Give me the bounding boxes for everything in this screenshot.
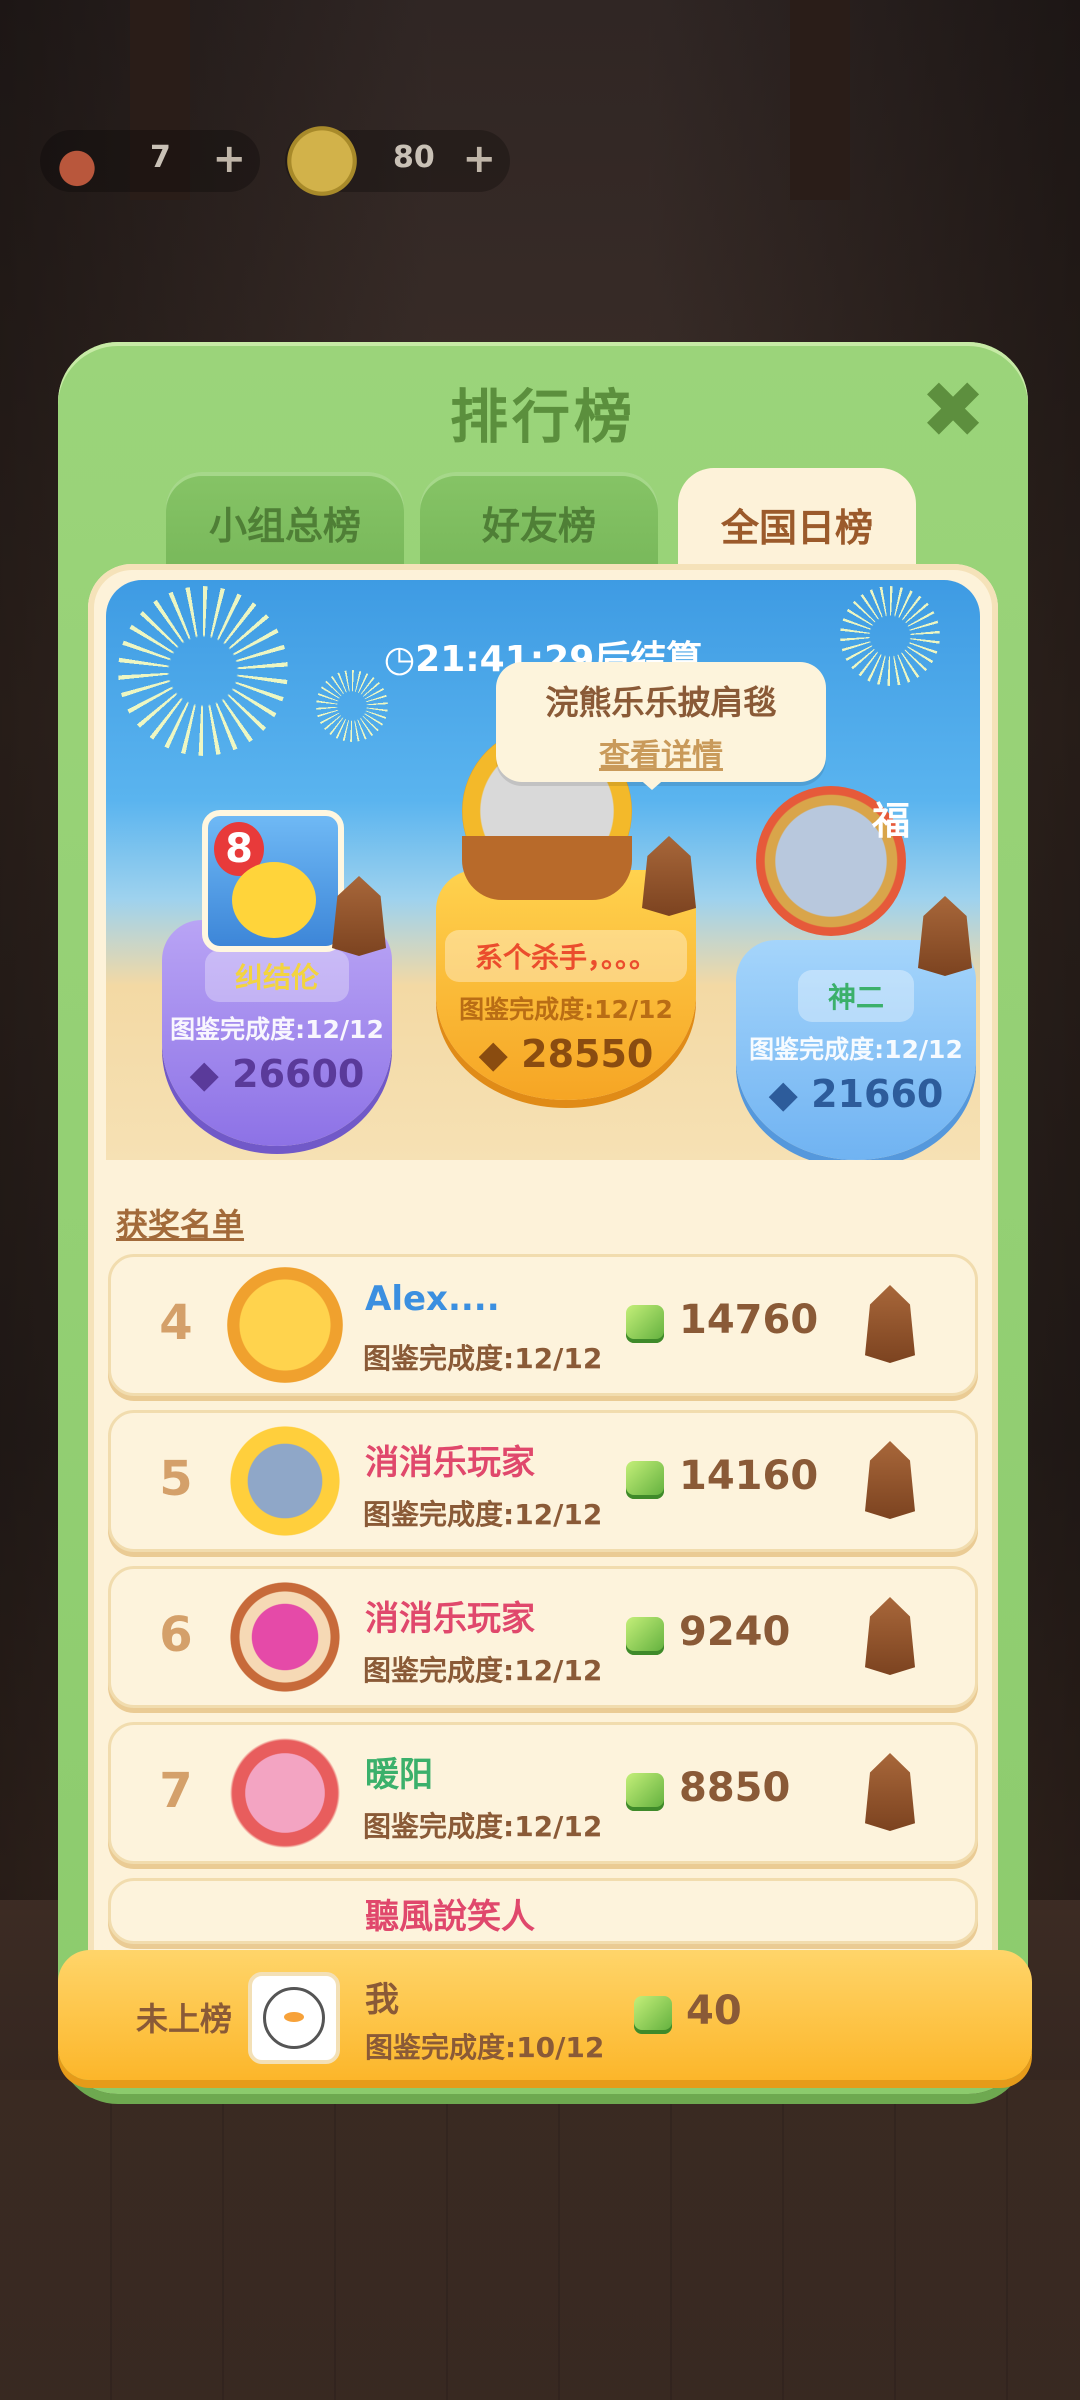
- raccoon-blanket-icon: [865, 1597, 915, 1675]
- player-name: 消消乐玩家: [365, 1599, 535, 1639]
- add-coin-button[interactable]: +: [462, 136, 496, 182]
- list-item[interactable]: 7 暖阳 图鉴完成度:12/12 8850: [108, 1722, 978, 1864]
- collection-progress: 图鉴完成度:12/12: [363, 1498, 603, 1531]
- podium-area: ◷21:41:29后结算 纠结伦 图鉴完成度:12/12 ◆ 26600 8 系…: [106, 580, 980, 1160]
- third-progress: 图鉴完成度:12/12: [749, 1035, 963, 1064]
- first-score: ◆ 28550: [478, 1032, 654, 1076]
- list-item[interactable]: 6 消消乐玩家 图鉴完成度:12/12 9240: [108, 1566, 978, 1708]
- gem-icon: [634, 1996, 672, 2034]
- second-progress: 图鉴完成度:12/12: [170, 1015, 384, 1044]
- avatar[interactable]: [227, 1423, 343, 1539]
- rank-number: 4: [159, 1295, 193, 1351]
- coin-icon: [285, 124, 359, 198]
- raccoon-blanket-icon: [865, 1285, 915, 1363]
- duck-icon: [263, 1987, 325, 2049]
- my-rank-bar[interactable]: 未上榜 我 图鉴完成度:10/12 40: [58, 1950, 1032, 2080]
- list-item[interactable]: 4 Alex.... 图鉴完成度:12/12 14760: [108, 1254, 978, 1396]
- background-floor: [0, 2080, 1080, 2400]
- hammer-icon: [40, 124, 114, 198]
- fu-badge: 福: [871, 799, 910, 843]
- score: 9240: [679, 1609, 791, 1655]
- gem-icon: [626, 1617, 664, 1655]
- background-pillar: [790, 0, 850, 200]
- raccoon-blanket-icon: [865, 1441, 915, 1519]
- score: 8850: [679, 1765, 791, 1811]
- player-name: 聽風說笑人: [365, 1897, 535, 1937]
- clock-icon: ◷: [383, 639, 416, 680]
- reward-name: 浣熊乐乐披肩毯: [545, 683, 777, 722]
- third-name: 神二: [797, 970, 914, 1022]
- panel-title: 排行榜: [449, 383, 636, 451]
- list-item[interactable]: 聽風說笑人: [108, 1878, 978, 1944]
- avatar[interactable]: [227, 1267, 343, 1383]
- ranking-list[interactable]: 4 Alex.... 图鉴完成度:12/12 14760 5 消消乐玩家 图鉴完…: [108, 1254, 978, 1958]
- score: 14160: [679, 1453, 819, 1499]
- leaderboard-content: ◷21:41:29后结算 纠结伦 图鉴完成度:12/12 ◆ 26600 8 系…: [88, 564, 998, 2054]
- third-avatar[interactable]: 福: [756, 786, 910, 936]
- raccoon-blanket-icon: [642, 836, 696, 916]
- first-progress: 图鉴完成度:12/12: [459, 995, 673, 1024]
- second-avatar[interactable]: 8: [202, 810, 344, 952]
- close-button[interactable]: ✖: [918, 372, 988, 450]
- gem-icon: ◆: [189, 1052, 219, 1096]
- hammer-counter: 7 +: [40, 124, 260, 198]
- second-score: ◆ 26600: [189, 1052, 365, 1096]
- second-name: 纠结伦: [204, 950, 349, 1002]
- raccoon-blanket-icon: [918, 896, 972, 976]
- gem-icon: [626, 1461, 664, 1499]
- my-name: 我: [365, 1980, 399, 2020]
- player-name: 消消乐玩家: [365, 1443, 535, 1483]
- raccoon-blanket-icon: [865, 1753, 915, 1831]
- my-progress: 图鉴完成度:10/12: [365, 2031, 605, 2064]
- chick-icon: [232, 862, 316, 938]
- player-name: Alex....: [365, 1279, 500, 1319]
- my-rank: 未上榜: [136, 2000, 233, 2038]
- view-details-link[interactable]: 查看详情: [496, 730, 826, 775]
- third-score: ◆ 21660: [768, 1072, 944, 1116]
- avatar[interactable]: [227, 1579, 343, 1695]
- gem-icon: ◆: [768, 1072, 798, 1116]
- gem-icon: ◆: [478, 1032, 508, 1076]
- player-name: 暖阳: [365, 1755, 433, 1795]
- avatar[interactable]: [227, 1735, 343, 1851]
- tab-group-total[interactable]: 小组总榜: [166, 472, 404, 572]
- reward-tooltip: 浣熊乐乐披肩毯 查看详情: [496, 662, 826, 790]
- collection-progress: 图鉴完成度:12/12: [363, 1342, 603, 1375]
- my-score: 40: [686, 1988, 742, 2034]
- rank-number: 5: [159, 1451, 193, 1507]
- tab-friends[interactable]: 好友榜: [420, 472, 658, 572]
- collection-progress: 图鉴完成度:12/12: [363, 1654, 603, 1687]
- my-avatar[interactable]: [248, 1972, 340, 2064]
- leaderboard-panel: 排行榜 ✖ 小组总榜 好友榜 全国日榜 ◷21:41:29后结算 纠结伦 图鉴完…: [58, 342, 1028, 2094]
- score: 14760: [679, 1297, 819, 1343]
- first-name: 系个杀手，。。。: [444, 930, 687, 982]
- add-hammer-button[interactable]: +: [212, 136, 246, 182]
- hammer-count: 7: [150, 140, 171, 175]
- coin-counter: 80 +: [285, 124, 510, 198]
- rank-number: 7: [159, 1763, 193, 1819]
- food-tray-icon: [462, 836, 632, 900]
- gem-icon: [626, 1773, 664, 1811]
- award-list-title[interactable]: 获奖名单: [116, 1200, 244, 1246]
- coin-count: 80: [393, 140, 435, 175]
- collection-progress: 图鉴完成度:12/12: [363, 1810, 603, 1843]
- gem-icon: [626, 1305, 664, 1343]
- list-item[interactable]: 5 消消乐玩家 图鉴完成度:12/12 14160: [108, 1410, 978, 1552]
- rank-number: 6: [159, 1607, 193, 1663]
